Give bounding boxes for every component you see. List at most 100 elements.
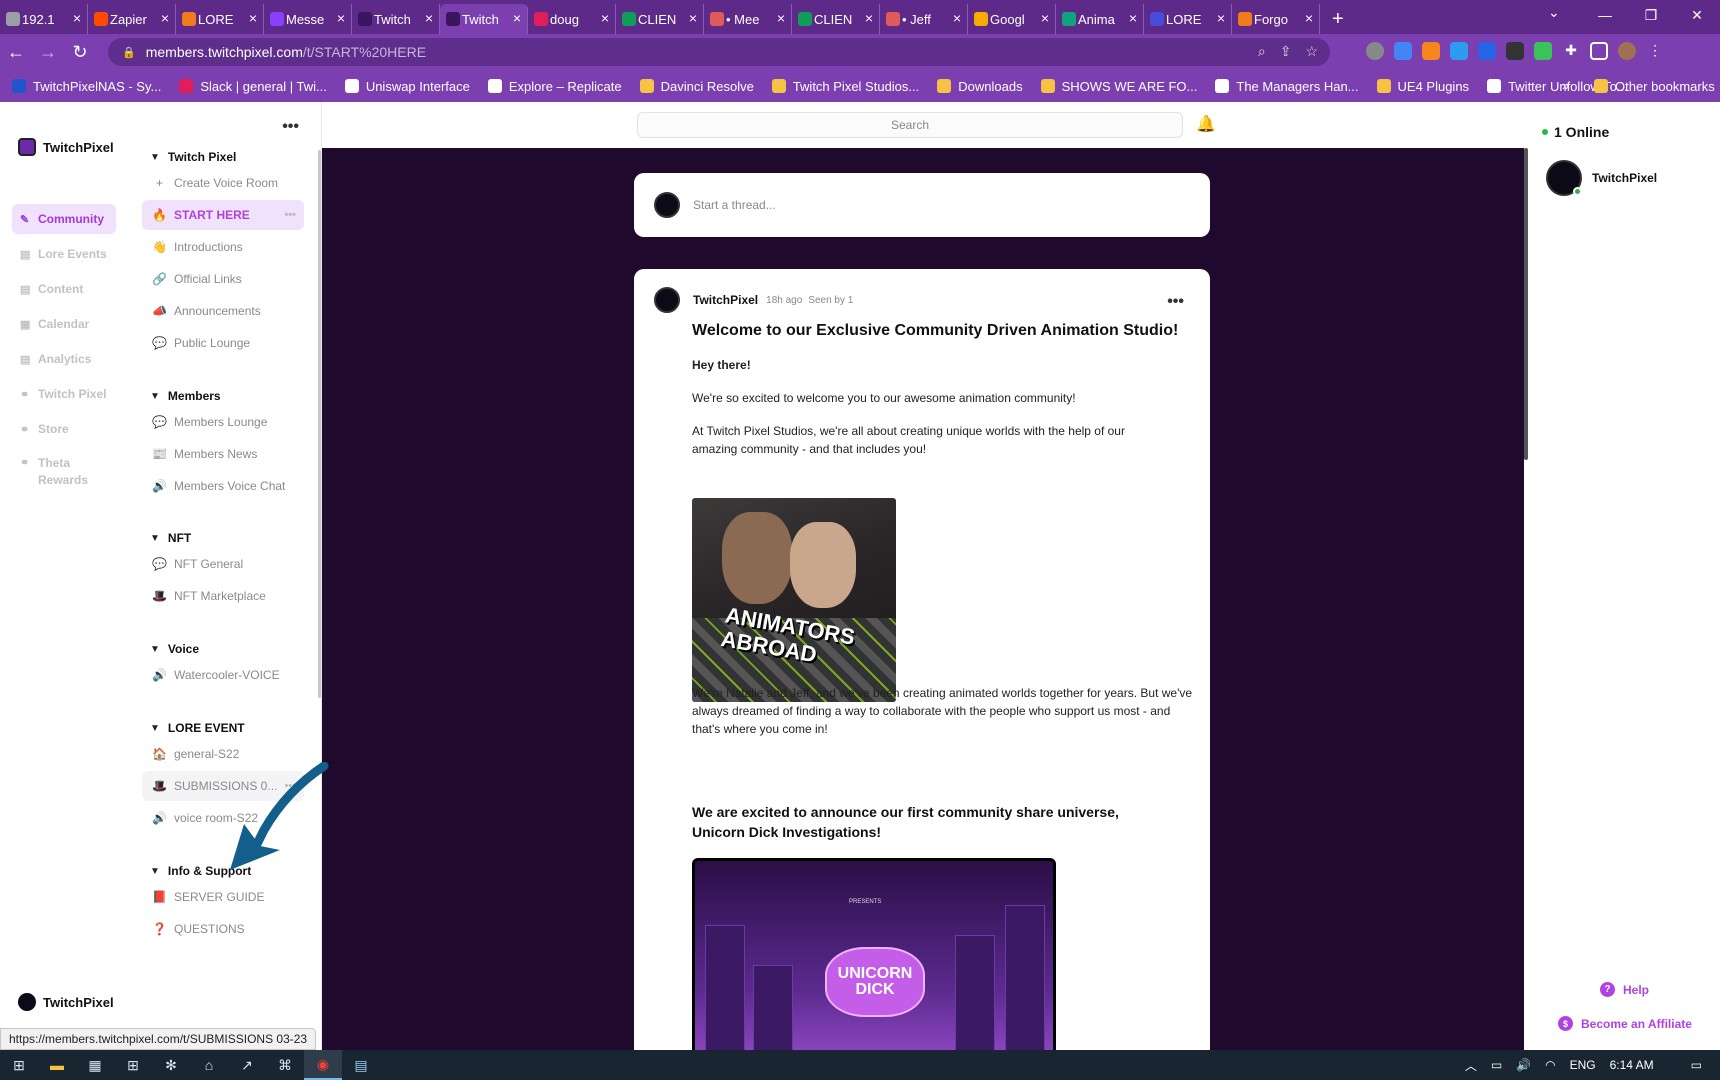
share-icon[interactable]: ⇪ — [1280, 43, 1292, 60]
help-link[interactable]: ? Help — [1600, 982, 1649, 997]
post-author[interactable]: TwitchPixel — [693, 293, 758, 307]
tab-close-icon[interactable]: × — [73, 10, 81, 26]
apps-grid-icon[interactable]: ⊞ — [114, 1050, 152, 1080]
browser-tab[interactable]: Anima × — [1056, 4, 1144, 34]
browser-tab[interactable]: 192.1 × — [0, 4, 88, 34]
tab-close-icon[interactable]: × — [1129, 10, 1137, 26]
chart-app-icon[interactable]: ↗ — [228, 1050, 266, 1080]
browser-tab[interactable]: doug × — [528, 4, 616, 34]
wifi-icon[interactable]: ◠ — [1545, 1058, 1555, 1072]
gamepad-icon[interactable]: ⌘ — [266, 1050, 304, 1080]
docs-extension-icon[interactable] — [1394, 42, 1412, 60]
close-window-icon[interactable]: ✕ — [1674, 0, 1720, 30]
tab-close-icon[interactable]: × — [1217, 10, 1225, 26]
reload-button[interactable]: ↻ — [64, 42, 96, 63]
bookmark-item[interactable]: TwitchPixelNAS - Sy... — [12, 79, 161, 94]
tab-close-icon[interactable]: × — [865, 10, 873, 26]
bell-icon[interactable]: 🔔 — [1196, 114, 1216, 134]
language-indicator[interactable]: ENG — [1570, 1058, 1596, 1072]
online-user[interactable]: TwitchPixel — [1546, 160, 1657, 196]
channel-item[interactable]: 🔊 Watercooler-VOICE — [142, 660, 304, 690]
feed-scrollbar[interactable] — [1524, 148, 1528, 460]
channel-item[interactable]: ❓ QUESTIONS — [142, 914, 304, 944]
post-more-icon[interactable]: ••• — [1167, 293, 1184, 311]
channel-more-icon[interactable]: ••• — [284, 209, 296, 221]
tray-chevron-icon[interactable]: ︿ — [1465, 1057, 1477, 1074]
forward-button[interactable]: → — [32, 42, 64, 63]
browser-tab[interactable]: CLIEN × — [792, 4, 880, 34]
battery-icon[interactable]: ▭ — [1491, 1058, 1502, 1072]
k-extension-icon[interactable] — [1534, 42, 1552, 60]
notification-icon[interactable]: ▭ — [1691, 1058, 1702, 1072]
tab-close-icon[interactable]: × — [249, 10, 257, 26]
tab-close-icon[interactable]: × — [161, 10, 169, 26]
bookmark-star-icon[interactable]: ☆ — [1305, 43, 1318, 60]
channel-item[interactable]: 👋 Introductions — [142, 232, 304, 262]
minimize-icon[interactable]: — — [1582, 0, 1628, 30]
shield-extension-icon[interactable] — [1478, 42, 1496, 60]
tab-close-icon[interactable]: × — [1041, 10, 1049, 26]
adblock-extension-icon[interactable] — [1366, 42, 1384, 60]
browser-tab[interactable]: • Jeff × — [880, 4, 968, 34]
bookmark-item[interactable]: Downloads — [937, 79, 1023, 94]
bookmark-item[interactable]: The Managers Han... — [1215, 79, 1359, 94]
network-icon[interactable]: ⌂ — [190, 1050, 228, 1080]
tab-close-icon[interactable]: × — [425, 10, 433, 26]
channel-item[interactable]: 💬 Public Lounge — [142, 328, 304, 358]
puzzle-icon[interactable]: ✚ — [1562, 42, 1580, 60]
snowflake-icon[interactable]: ✻ — [152, 1050, 190, 1080]
channel-item[interactable]: 🔗 Official Links — [142, 264, 304, 294]
task-view-icon[interactable]: ⊞ — [0, 1050, 38, 1080]
bookmark-item[interactable]: Slack | general | Twi... — [179, 79, 327, 94]
rail-item-calendar[interactable]: ▦ Calendar — [12, 309, 116, 339]
restore-icon[interactable]: ❐ — [1628, 0, 1674, 30]
rail-item-store[interactable]: ⚭ Store — [12, 414, 116, 444]
channel-item[interactable]: 💬 Members Lounge — [142, 407, 304, 437]
channel-item[interactable]: + Create Voice Room — [142, 168, 304, 198]
metamask-extension-icon[interactable] — [1422, 42, 1440, 60]
thread-composer[interactable]: Start a thread... — [634, 173, 1210, 237]
file-explorer-icon[interactable]: ▬ — [38, 1050, 76, 1080]
browser-tab[interactable]: Forgo × — [1232, 4, 1320, 34]
address-bar[interactable]: 🔒 members.twitchpixel.com/t/START%20HERE… — [108, 38, 1330, 66]
tab-close-icon[interactable]: × — [689, 10, 697, 26]
tab-close-icon[interactable]: × — [953, 10, 961, 26]
bookmark-item[interactable]: Uniswap Interface — [344, 79, 470, 94]
calculator-icon[interactable]: ▦ — [76, 1050, 114, 1080]
profile-avatar[interactable] — [1618, 42, 1636, 60]
channel-item[interactable]: 🎩 NFT Marketplace — [142, 581, 304, 611]
unicorn-dick-image[interactable]: PRESENTS UNICORN DICK — [692, 858, 1056, 1050]
bookmark-item[interactable]: SHOWS WE ARE FO... — [1040, 79, 1197, 94]
rail-item-content[interactable]: ▤ Content — [12, 274, 116, 304]
rail-item-lore-events[interactable]: ▤ Lore Events — [12, 239, 116, 269]
channel-item[interactable]: 🔥 START HERE ••• — [142, 200, 304, 230]
tab-close-icon[interactable]: × — [601, 10, 609, 26]
channel-group-header[interactable]: ▼ LORE EVENT — [150, 721, 245, 735]
tab-close-icon[interactable]: × — [1305, 10, 1313, 26]
bookmark-item[interactable]: Explore – Replicate — [487, 79, 622, 94]
post-seen[interactable]: Seen by 1 — [808, 295, 853, 306]
zoom-icon[interactable]: ⌕ — [1258, 43, 1266, 60]
tab-close-icon[interactable]: × — [337, 10, 345, 26]
channel-scrollbar[interactable] — [318, 150, 321, 698]
dots-extension-icon[interactable] — [1506, 42, 1524, 60]
browser-tab[interactable]: Twitch × — [352, 4, 440, 34]
tab-close-icon[interactable]: × — [513, 10, 521, 26]
channel-item[interactable]: 📕 SERVER GUIDE — [142, 882, 304, 912]
bookmarks-overflow-icon[interactable]: » — [1562, 78, 1569, 93]
channel-item[interactable]: 🔊 Members Voice Chat — [142, 471, 304, 501]
rail-user[interactable]: TwitchPixel — [18, 993, 114, 1011]
channels-more-icon[interactable]: ••• — [282, 118, 299, 136]
bookmark-item[interactable]: Davinci Resolve — [639, 79, 754, 94]
channel-group-header[interactable]: ▼ Voice — [150, 642, 199, 656]
sidepanel-icon[interactable] — [1590, 42, 1608, 60]
browser-tab[interactable]: • Mee × — [704, 4, 792, 34]
rail-item-theta-rewards[interactable]: ⚭ Theta Rewards — [12, 449, 116, 493]
chrome-icon[interactable]: ◉ — [304, 1050, 342, 1080]
brand[interactable]: TwitchPixel — [18, 138, 114, 156]
browser-tab[interactable]: CLIEN × — [616, 4, 704, 34]
channel-group-header[interactable]: ▼ Members — [150, 389, 221, 403]
post-author-avatar[interactable] — [654, 287, 680, 313]
search-input[interactable]: Search — [637, 112, 1183, 138]
browser-tab[interactable]: Zapier × — [88, 4, 176, 34]
